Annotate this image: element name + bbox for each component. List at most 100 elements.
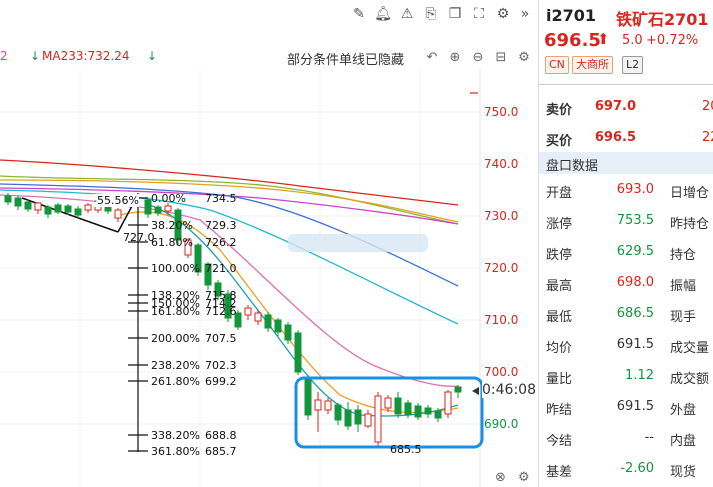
quote-value: 686.5: [616, 306, 654, 321]
blurred-watermark: [288, 234, 428, 252]
quote-label: 今结: [546, 434, 573, 449]
gear-icon[interactable]: ⚙: [515, 49, 533, 67]
candle-body: [254, 312, 262, 322]
fib-price-label: 726.2: [205, 236, 237, 249]
contract-code: i2701: [546, 6, 597, 25]
quote-label-secondary: 成交额: [670, 372, 710, 387]
fib-percent-label: 200.00%: [151, 332, 200, 345]
quote-panel: i2701 铁矿石2701 696.5 ⬆ 5.0 +0.72% CN 大商所 …: [538, 0, 713, 487]
fib-percent-label: 100.00%: [151, 262, 200, 275]
copy-icon[interactable]: ❐: [446, 4, 464, 24]
fib-price-label: 729.3: [205, 219, 237, 232]
quote-value: 1.12: [625, 368, 654, 383]
exchange-tag[interactable]: 大商所: [572, 56, 613, 74]
warning-icon[interactable]: ⚠: [398, 4, 416, 24]
divider: [539, 84, 713, 85]
current-price-marker: [472, 387, 479, 395]
collapse-icon[interactable]: »: [516, 4, 534, 24]
candle-body: [434, 410, 442, 419]
fib-percent-label: 261.80%: [151, 375, 200, 388]
candle-body: [4, 195, 12, 203]
down-arrow-icon: ↓: [30, 49, 41, 63]
low-price-label: 685.5: [390, 443, 422, 456]
candle-body: [244, 307, 252, 316]
quote-value: 629.5: [616, 244, 654, 259]
minimize-icon[interactable]: ⊟: [492, 49, 510, 67]
quote-value: 693.0: [616, 182, 654, 197]
market-tag[interactable]: CN: [545, 56, 569, 74]
quote-row: 今结 -- 内盘: [539, 422, 713, 453]
kline-chart[interactable]: 750.0 740.0 730.0 720.0 710.0 700.0 690.…: [0, 0, 538, 487]
bid-label: 买价: [546, 134, 573, 149]
quote-row: 基差 -2.60 现货: [539, 453, 713, 484]
candle-body: [364, 413, 372, 427]
close-icon[interactable]: ⊗: [495, 470, 506, 485]
candle-body: [404, 402, 412, 416]
level2-tag[interactable]: L2: [622, 56, 644, 74]
candle-body: [344, 409, 352, 427]
bid-price: 696.5: [594, 130, 636, 145]
swing-percent-label: -55.56%: [93, 194, 139, 207]
quote-value: 698.0: [616, 275, 654, 290]
quote-label-secondary: 持仓: [670, 248, 697, 263]
chart-toolbar: ✎ 🔔︎ ⚠ ⎘ ❐ ⛶ ⚙ »: [340, 4, 538, 26]
fib-price-label: 702.3: [205, 359, 237, 372]
candle-body: [74, 208, 82, 216]
ask-volume: 20: [702, 99, 713, 114]
candle-body: [274, 319, 282, 333]
candle-body: [154, 206, 162, 214]
candle-body: [304, 377, 312, 416]
candle-body: [384, 397, 392, 409]
section-title: 盘口数据: [546, 159, 599, 174]
price-tick: 710.0: [484, 313, 519, 327]
ma233-label: MA233:732.24: [42, 49, 130, 63]
candle-body: [14, 197, 22, 207]
candle-body: [354, 409, 362, 425]
fib-percent-label: 238.20%: [151, 359, 200, 372]
quote-value: --: [644, 430, 654, 445]
highlight-box[interactable]: [294, 376, 484, 449]
candle-body: [164, 205, 172, 212]
bid-row[interactable]: 买价 696.5 22: [539, 122, 713, 153]
fib-price-label: 699.2: [205, 375, 237, 388]
candle-body: [374, 395, 382, 443]
bell-icon[interactable]: 🔔︎: [374, 4, 392, 24]
fib-price-label: 685.7: [205, 445, 237, 458]
expand-icon[interactable]: ⛶: [470, 4, 488, 24]
candle-body: [394, 397, 402, 415]
price-change: 5.0: [622, 33, 643, 48]
quote-row: 均价 691.5 成交量: [539, 329, 713, 360]
candle-body: [414, 405, 422, 418]
candle-body: [264, 314, 272, 329]
candle-body: [444, 391, 452, 415]
camera-icon[interactable]: ⎘: [422, 4, 440, 24]
fib-price-label: 734.5: [205, 192, 237, 205]
candle-body: [24, 201, 32, 210]
candle-body: [114, 209, 122, 219]
price-change-pct: +0.72%: [646, 33, 699, 48]
quote-row: 昨结 691.5 外盘: [539, 391, 713, 422]
quote-label: 最高: [546, 279, 573, 294]
pen-icon[interactable]: ✎: [350, 4, 368, 24]
zoom-in-icon[interactable]: ⊕: [446, 49, 464, 67]
candle-body: [284, 324, 292, 341]
price-tick: 740.0: [484, 157, 519, 171]
zoom-out-icon[interactable]: ⊖: [469, 49, 487, 67]
candle-body: [454, 386, 462, 393]
fib-percent-label: 61.80%: [151, 236, 193, 249]
quote-label: 涨停: [546, 217, 573, 232]
fib-price-label: 721.0: [205, 262, 237, 275]
candle-body: [64, 205, 72, 213]
quote-label-secondary: 外盘: [670, 403, 697, 418]
swing-price-label: 727.0: [123, 231, 155, 244]
settings-icon[interactable]: ⚙: [494, 4, 512, 24]
price-tick: 700.0: [484, 365, 519, 379]
hidden-lines-notice: 部分条件单线已隐藏: [287, 53, 405, 68]
kline-svg[interactable]: [0, 0, 538, 487]
quote-row: 开盘 693.0 日增仓: [539, 174, 713, 205]
ask-row[interactable]: 卖价 697.0 20: [539, 91, 713, 122]
fib-percent-label: 338.20%: [151, 429, 200, 442]
gear-icon[interactable]: ⚙: [518, 470, 530, 485]
candle-body: [44, 206, 52, 215]
undo-icon[interactable]: ↶: [423, 49, 441, 67]
